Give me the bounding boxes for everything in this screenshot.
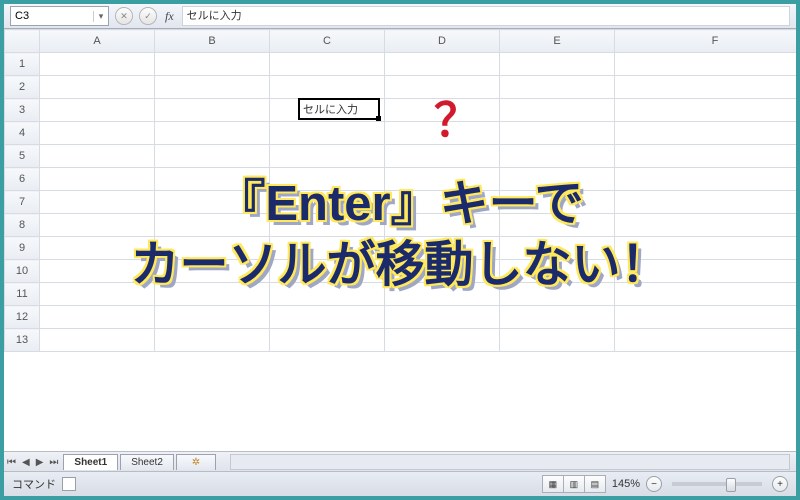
table-row: 6 xyxy=(5,168,797,191)
row-header-10[interactable]: 10 xyxy=(5,260,40,283)
tab-nav-next[interactable]: ▶ xyxy=(33,457,47,468)
table-row: 12 xyxy=(5,306,797,329)
table-row: 1 xyxy=(5,53,797,76)
row-header-2[interactable]: 2 xyxy=(5,76,40,99)
select-all-corner[interactable] xyxy=(5,30,40,53)
row-header-13[interactable]: 13 xyxy=(5,329,40,352)
tab-nav-prev[interactable]: ◀ xyxy=(19,457,33,468)
name-box-input[interactable] xyxy=(11,8,93,24)
row-header-8[interactable]: 8 xyxy=(5,214,40,237)
table-row: 4 xyxy=(5,122,797,145)
tab-add-sheet[interactable]: ✲ xyxy=(176,454,216,470)
table-row: 3 xyxy=(5,99,797,122)
col-header-F[interactable]: F xyxy=(615,30,797,53)
worksheet-grid[interactable]: A B C D E F 1 2 3 4 5 6 7 8 9 10 11 12 1… xyxy=(4,29,796,453)
table-row: 10 xyxy=(5,260,797,283)
row-header-7[interactable]: 7 xyxy=(5,191,40,214)
name-box-dropdown[interactable]: ▾ xyxy=(93,11,108,22)
col-header-D[interactable]: D xyxy=(385,30,500,53)
formula-input[interactable]: セルに入力 xyxy=(182,6,790,26)
tab-nav-first[interactable]: ⏮ xyxy=(4,457,19,468)
row-header-9[interactable]: 9 xyxy=(5,237,40,260)
row-header-5[interactable]: 5 xyxy=(5,145,40,168)
sheet-tab-strip: ⏮ ◀ ▶ ⏭ Sheet1 Sheet2 ✲ xyxy=(4,451,796,472)
col-header-C[interactable]: C xyxy=(270,30,385,53)
zoom-out-button[interactable]: − xyxy=(646,476,662,492)
formula-bar: ▾ ✕ ✓ fx セルに入力 xyxy=(4,4,796,29)
cancel-formula-button[interactable]: ✕ xyxy=(115,7,133,25)
view-normal-button[interactable]: ▦ xyxy=(542,475,564,493)
table-row: 8 xyxy=(5,214,797,237)
status-mode: コマンド xyxy=(12,476,56,492)
tab-sheet2[interactable]: Sheet2 xyxy=(120,454,174,470)
tab-sheet1[interactable]: Sheet1 xyxy=(63,454,118,470)
zoom-in-button[interactable]: + xyxy=(772,476,788,492)
view-pagelayout-button[interactable]: ▥ xyxy=(563,475,585,493)
zoom-slider[interactable] xyxy=(672,482,762,486)
excel-window: ▾ ✕ ✓ fx セルに入力 A B C D E F 1 2 3 4 5 6 7… xyxy=(0,0,800,500)
row-header-12[interactable]: 12 xyxy=(5,306,40,329)
table-row: 9 xyxy=(5,237,797,260)
row-header-1[interactable]: 1 xyxy=(5,53,40,76)
view-pagebreak-button[interactable]: ▤ xyxy=(584,475,606,493)
view-buttons: ▦ ▥ ▤ xyxy=(543,475,606,493)
name-box[interactable]: ▾ xyxy=(10,6,109,26)
col-header-A[interactable]: A xyxy=(40,30,155,53)
enter-formula-button[interactable]: ✓ xyxy=(139,7,157,25)
table-row: 13 xyxy=(5,329,797,352)
column-header-row: A B C D E F xyxy=(5,30,797,53)
row-header-6[interactable]: 6 xyxy=(5,168,40,191)
row-header-11[interactable]: 11 xyxy=(5,283,40,306)
row-header-4[interactable]: 4 xyxy=(5,122,40,145)
status-bar: コマンド ▦ ▥ ▤ 145% − + xyxy=(4,471,796,496)
tab-nav-last[interactable]: ⏭ xyxy=(46,457,61,468)
fx-label[interactable]: fx xyxy=(165,9,174,24)
col-header-E[interactable]: E xyxy=(500,30,615,53)
horizontal-scrollbar[interactable] xyxy=(230,454,790,470)
table-row: 2 xyxy=(5,76,797,99)
macro-record-icon[interactable] xyxy=(62,477,76,491)
col-header-B[interactable]: B xyxy=(155,30,270,53)
cells-table: A B C D E F 1 2 3 4 5 6 7 8 9 10 11 12 1… xyxy=(4,29,796,352)
row-header-3[interactable]: 3 xyxy=(5,99,40,122)
zoom-level[interactable]: 145% xyxy=(612,478,640,490)
table-row: 11 xyxy=(5,283,797,306)
table-row: 5 xyxy=(5,145,797,168)
table-row: 7 xyxy=(5,191,797,214)
